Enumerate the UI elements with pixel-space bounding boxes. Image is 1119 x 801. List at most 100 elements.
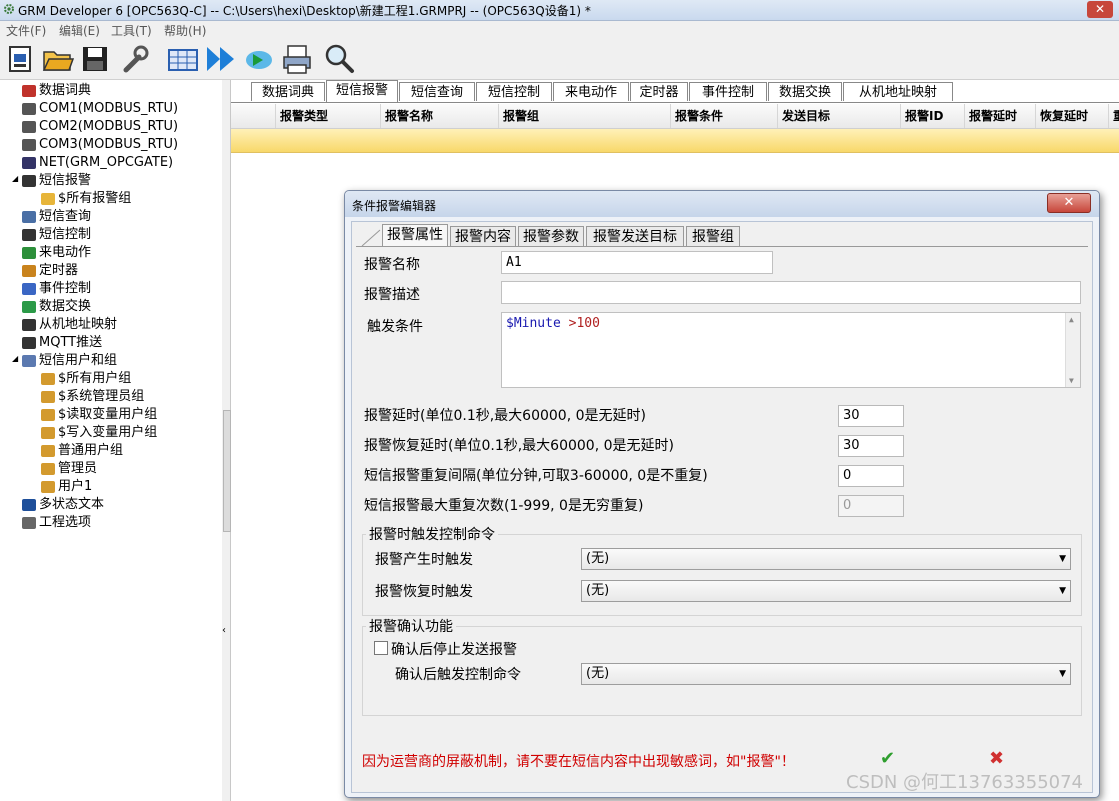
main-tab[interactable]: 短信查询 bbox=[399, 82, 475, 101]
tab-alarm-targets[interactable]: 报警发送目标 bbox=[586, 226, 684, 246]
tree-splitter[interactable]: ‹ bbox=[222, 80, 231, 801]
tab-alarm-content[interactable]: 报警内容 bbox=[450, 226, 516, 246]
cancel-x-icon[interactable]: ✖ bbox=[989, 748, 1004, 769]
tree-item[interactable]: 普通用户组 bbox=[41, 442, 123, 460]
tab-alarm-group[interactable]: 报警组 bbox=[686, 226, 740, 246]
on-alarm-select[interactable]: (无) ▼ bbox=[581, 548, 1071, 570]
tree-expander-icon[interactable]: ◢ bbox=[12, 174, 18, 183]
tree-item-label: 来电动作 bbox=[39, 245, 92, 260]
tree-item[interactable]: $系统管理员组 bbox=[41, 388, 144, 406]
main-tab[interactable]: 数据交换 bbox=[768, 82, 842, 101]
tree-item[interactable]: COM1(MODBUS_RTU) bbox=[22, 100, 178, 118]
tree-item[interactable]: $所有用户组 bbox=[41, 370, 131, 388]
tree-item[interactable]: 多状态文本 bbox=[22, 496, 104, 514]
main-tab[interactable]: 来电动作 bbox=[553, 82, 629, 101]
tree-item[interactable]: 事件控制 bbox=[22, 280, 91, 298]
download-cloud-icon[interactable] bbox=[242, 42, 276, 76]
trigger-condition-editor[interactable]: $Minute >100 ▲ ▼ bbox=[501, 312, 1081, 388]
grid-column-header[interactable]: 恢复延时 bbox=[1035, 104, 1108, 128]
tree-item[interactable]: 短信查询 bbox=[22, 208, 91, 226]
grid-column-header[interactable]: 发送目标 bbox=[777, 104, 900, 128]
tree-item[interactable]: 短信控制 bbox=[22, 226, 91, 244]
grid-column-header[interactable]: 报警组 bbox=[498, 104, 670, 128]
tree-item[interactable]: 从机地址映射 bbox=[22, 316, 117, 334]
collapse-arrow-icon[interactable]: ‹ bbox=[222, 625, 226, 636]
tree-item[interactable]: 数据交换 bbox=[22, 298, 91, 316]
grid-column-header[interactable]: 报警名称 bbox=[380, 104, 498, 128]
exchange-icon bbox=[22, 300, 36, 313]
tree-expander-icon[interactable]: ◢ bbox=[12, 354, 18, 363]
trigger-condition-label: 触发条件 bbox=[367, 319, 423, 335]
app-gear-icon bbox=[4, 4, 14, 14]
alarm-delay-input[interactable]: 30 bbox=[838, 405, 904, 427]
cmd-icon bbox=[22, 228, 36, 241]
tree-item[interactable]: 短信用户和组 bbox=[22, 352, 117, 370]
scroll-down-icon[interactable]: ▼ bbox=[1069, 376, 1074, 385]
tree-item[interactable]: $所有报警组 bbox=[41, 190, 131, 208]
forward-icon[interactable] bbox=[204, 42, 238, 76]
trigger-operator: >100 bbox=[560, 316, 600, 331]
tree-item[interactable]: $写入变量用户组 bbox=[41, 424, 157, 442]
tree-item[interactable]: COM3(MODBUS_RTU) bbox=[22, 136, 178, 154]
grid-column-header[interactable]: 重 bbox=[1108, 104, 1119, 128]
search-icon[interactable] bbox=[322, 42, 356, 76]
editor-scrollbar[interactable]: ▲ ▼ bbox=[1065, 313, 1080, 387]
tab-divider bbox=[356, 246, 1088, 247]
main-tab[interactable]: 短信报警 bbox=[326, 80, 398, 102]
tree-item-label: COM2(MODBUS_RTU) bbox=[39, 119, 179, 134]
tree-item[interactable]: 用户1 bbox=[41, 478, 92, 496]
main-tab[interactable]: 从机地址映射 bbox=[843, 82, 953, 101]
save-icon[interactable] bbox=[78, 42, 112, 76]
main-tab[interactable]: 事件控制 bbox=[689, 82, 767, 101]
tree-item[interactable]: 短信报警 bbox=[22, 172, 91, 190]
window-close-button[interactable]: ✕ bbox=[1087, 1, 1113, 18]
grid-column-header[interactable]: 报警类型 bbox=[275, 104, 380, 128]
binary-icon bbox=[22, 318, 36, 331]
scroll-up-icon[interactable]: ▲ bbox=[1069, 315, 1074, 324]
tree-item[interactable]: 数据词典 bbox=[22, 82, 91, 100]
grid-column-header[interactable]: 报警延时 bbox=[964, 104, 1035, 128]
tree-item[interactable]: 管理员 bbox=[41, 460, 97, 478]
grid-column-header[interactable]: 报警条件 bbox=[670, 104, 777, 128]
tree-item[interactable]: NET(GRM_OPCGATE) bbox=[22, 154, 173, 172]
tree-item-label: 用户1 bbox=[58, 479, 93, 494]
tree-item[interactable]: 工程选项 bbox=[22, 514, 91, 532]
ok-check-icon[interactable]: ✔ bbox=[880, 748, 895, 769]
main-tab[interactable]: 定时器 bbox=[630, 82, 688, 101]
grid-config-icon[interactable] bbox=[166, 42, 200, 76]
on-recover-select[interactable]: (无) ▼ bbox=[581, 580, 1071, 602]
open-folder-icon[interactable] bbox=[41, 42, 75, 76]
table-row[interactable] bbox=[231, 129, 1119, 153]
phone-icon bbox=[22, 246, 36, 259]
text-icon bbox=[22, 498, 36, 511]
repeat-interval-input[interactable]: 0 bbox=[838, 465, 904, 487]
confirm-cmd-select[interactable]: (无) ▼ bbox=[581, 663, 1071, 685]
chevron-down-icon: ▼ bbox=[1059, 554, 1066, 564]
alarm-desc-input[interactable] bbox=[501, 281, 1081, 304]
menu-tools[interactable]: 工具(T) bbox=[111, 22, 152, 39]
tree-item[interactable]: 定时器 bbox=[22, 262, 78, 280]
tab-alarm-params[interactable]: 报警参数 bbox=[518, 226, 584, 246]
tab-alarm-properties[interactable]: 报警属性 bbox=[382, 224, 448, 246]
grid-column-header[interactable]: 报警ID bbox=[900, 104, 964, 128]
alarm-name-input[interactable]: A1 bbox=[501, 251, 773, 274]
main-tab[interactable]: 短信控制 bbox=[476, 82, 552, 101]
main-tab[interactable]: 数据词典 bbox=[251, 82, 325, 101]
tree-item[interactable]: $读取变量用户组 bbox=[41, 406, 157, 424]
dialog-body: 报警属性 报警内容 报警参数 报警发送目标 报警组 报警名称 A1 报警描述 触… bbox=[351, 221, 1093, 793]
menu-file[interactable]: 文件(F) bbox=[6, 22, 46, 39]
dialog-title-bar[interactable]: 条件报警编辑器 ✕ bbox=[345, 191, 1099, 217]
menu-help[interactable]: 帮助(H) bbox=[164, 22, 206, 39]
tree-item[interactable]: COM2(MODBUS_RTU) bbox=[22, 118, 178, 136]
new-project-icon[interactable] bbox=[4, 42, 38, 76]
dialog-close-button[interactable]: ✕ bbox=[1047, 193, 1091, 213]
tree-item[interactable]: MQTT推送 bbox=[22, 334, 102, 352]
menu-edit[interactable]: 编辑(E) bbox=[59, 22, 100, 39]
tree-scrollbar-thumb[interactable] bbox=[223, 410, 231, 532]
tree-item[interactable]: 来电动作 bbox=[22, 244, 91, 262]
recover-delay-input[interactable]: 30 bbox=[838, 435, 904, 457]
tree-item-label: 短信控制 bbox=[39, 227, 92, 242]
confirm-stop-checkbox[interactable] bbox=[374, 641, 388, 655]
settings-wrench-icon[interactable] bbox=[118, 42, 152, 76]
print-icon[interactable] bbox=[280, 42, 314, 76]
